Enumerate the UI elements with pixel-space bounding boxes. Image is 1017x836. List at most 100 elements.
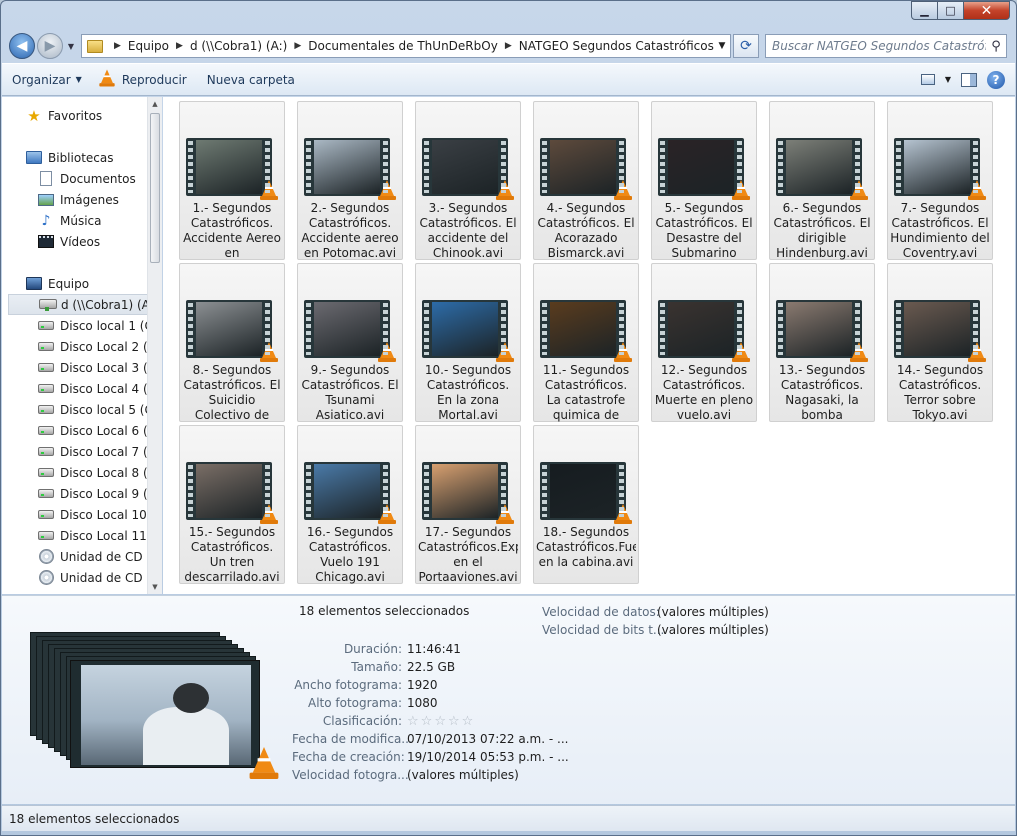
vlc-cone-icon [850, 180, 868, 200]
property-value[interactable]: 11:46:41 [407, 642, 461, 656]
breadcrumb-computer[interactable]: Equipo [128, 39, 169, 53]
nav-drive-item[interactable]: Disco local 1 (C:) [38, 315, 162, 336]
rating-stars[interactable]: ☆ ☆ ☆ ☆ ☆ [407, 714, 473, 729]
file-tile[interactable]: 14.- Segundos Catastróficos. Terror sobr… [887, 263, 993, 422]
help-icon[interactable]: ? [987, 70, 1005, 89]
play-button[interactable]: Reproducir [92, 68, 197, 92]
minimize-button[interactable]: ▁ [911, 1, 938, 20]
property-label: Clasificación: [322, 714, 402, 728]
recent-pages-dropdown[interactable]: ▼ [65, 42, 77, 51]
file-name: 11.- Segundos Catastróficos. La catastro… [542, 363, 630, 422]
star-icon[interactable]: ☆ [462, 714, 474, 729]
change-view-icon[interactable] [920, 74, 935, 85]
property-row: Fecha de creación: 19/10/2014 05:53 p.m. … [292, 748, 569, 766]
chevron-right-icon[interactable]: ▶ [114, 41, 121, 51]
star-icon[interactable]: ☆ [434, 714, 446, 729]
address-bar[interactable]: ▶ Equipo ▶ d (\\Cobra1) (A:) ▶ Documenta… [81, 34, 731, 58]
file-tile[interactable]: 16.- Segundos Catastróficos. Vuelo 191 C… [297, 425, 403, 584]
property-value[interactable]: (valores múltiples) [407, 768, 519, 782]
file-tile[interactable]: 11.- Segundos Catastróficos. La catastro… [533, 263, 639, 422]
property-value[interactable]: 07/10/2013 07:22 a.m. - ... [407, 732, 568, 746]
scrollbar-thumb[interactable] [150, 113, 160, 263]
nav-libraries[interactable]: Bibliotecas [26, 147, 162, 168]
file-tile[interactable]: 4.- Segundos Catastróficos. El Acorazado… [533, 101, 639, 260]
nav-scrollbar[interactable]: ▲ ▼ [147, 97, 162, 594]
scroll-up-icon[interactable]: ▲ [148, 97, 162, 111]
nav-drive-item[interactable]: Disco Local 11 (M [38, 525, 162, 546]
view-dropdown-icon[interactable]: ▼ [945, 75, 951, 84]
file-tile[interactable]: 7.- Segundos Catastróficos. El Hundimien… [887, 101, 993, 260]
file-tile[interactable]: 3.- Segundos Catastróficos. El accidente… [415, 101, 521, 260]
nav-drive-item[interactable]: Disco local 5 (G:) [38, 399, 162, 420]
nav-pictures[interactable]: Imágenes [38, 189, 162, 210]
property-value[interactable]: (valores múltiples) [657, 605, 769, 619]
address-dropdown-icon[interactable]: ▼ [714, 41, 730, 51]
property-value[interactable]: 1920 [407, 678, 438, 692]
star-icon[interactable]: ☆ [448, 714, 460, 729]
chevron-down-icon: ▼ [75, 75, 82, 84]
nav-drive-item[interactable]: Disco Local 7 (I:) [38, 441, 162, 462]
breadcrumb-current[interactable]: NATGEO Segundos Catastróficos [519, 39, 714, 53]
property-value[interactable]: (valores múltiples) [657, 623, 769, 637]
hard-drive-icon [38, 403, 54, 417]
close-button[interactable]: ✕ [964, 1, 1010, 20]
file-tile[interactable]: 8.- Segundos Catastróficos. El Suicidio … [179, 263, 285, 422]
star-icon[interactable]: ☆ [421, 714, 433, 729]
nav-favorites[interactable]: ★ Favoritos [26, 105, 162, 126]
nav-drive-item[interactable]: Disco Local 2 (D: [38, 336, 162, 357]
file-tile[interactable]: 9.- Segundos Catastróficos. El Tsunami A… [297, 263, 403, 422]
file-view[interactable]: 1.- Segundos Catastróficos. Accidente Ae… [163, 97, 1015, 594]
new-folder-button[interactable]: Nueva carpeta [197, 68, 305, 92]
file-tile[interactable]: 1.- Segundos Catastróficos. Accidente Ae… [179, 101, 285, 260]
file-tile[interactable]: 18.- Segundos Catastróficos.Fuego en la … [533, 425, 639, 584]
star-icon[interactable]: ☆ [407, 714, 419, 729]
cd-drive-icon [38, 549, 54, 564]
chevron-right-icon[interactable]: ▶ [505, 41, 512, 51]
file-tile[interactable]: 15.- Segundos Catastróficos. Un tren des… [179, 425, 285, 584]
file-tile[interactable]: 5.- Segundos Catastróficos. El Desastre … [651, 101, 757, 260]
refresh-button[interactable]: ⟳ [733, 34, 759, 58]
property-value[interactable]: 19/10/2014 05:53 p.m. - ... [407, 750, 569, 764]
nav-drive-item[interactable]: Disco Local 4 (F:) [38, 378, 162, 399]
preview-pane-icon[interactable] [961, 72, 977, 87]
file-name: 17.- Segundos Catastróficos.Explosion en… [418, 525, 518, 584]
file-tile[interactable]: 6.- Segundos Catastróficos. El dirigible… [769, 101, 875, 260]
nav-drive-item[interactable]: Disco Local 9 (K: [38, 483, 162, 504]
nav-drive-item[interactable]: Disco Local 8 (J:) [38, 462, 162, 483]
nav-drive-item[interactable]: Disco Local 6 (H: [38, 420, 162, 441]
forward-button[interactable]: ▶ [37, 33, 63, 59]
nav-drive-item[interactable]: Unidad de CD (C [38, 567, 162, 588]
property-value[interactable]: 22.5 GB [407, 660, 455, 674]
title-bar[interactable]: ▁ □ ✕ [1, 1, 1016, 29]
details-pane: 18 elementos seleccionados Velocidad de … [2, 595, 1015, 804]
maximize-button[interactable]: □ [938, 1, 964, 20]
nav-music[interactable]: ♪ Música [38, 210, 162, 231]
scroll-down-icon[interactable]: ▼ [148, 580, 162, 594]
vlc-cone-icon [99, 69, 116, 88]
file-tile[interactable]: 10.- Segundos Catastróficos. En la zona … [415, 263, 521, 422]
nav-computer[interactable]: Equipo [26, 273, 162, 294]
chevron-right-icon[interactable]: ▶ [294, 41, 301, 51]
nav-drive-item[interactable]: Disco Local 10 (L [38, 504, 162, 525]
vlc-cone-icon [260, 504, 278, 524]
video-thumbnail [894, 138, 986, 200]
chevron-right-icon[interactable]: ▶ [176, 41, 183, 51]
search-icon[interactable]: ⚲ [986, 39, 1006, 54]
breadcrumb-drive[interactable]: d (\\Cobra1) (A:) [190, 39, 287, 53]
file-tile[interactable]: 2.- Segundos Catastróficos. Accidente ae… [297, 101, 403, 260]
search-input[interactable]: Buscar NATGEO Segundos Catastróficos ⚲ [765, 34, 1007, 58]
nav-drive-item[interactable]: Unidad de CD (N [38, 546, 162, 567]
nav-documents[interactable]: Documentos [38, 168, 162, 189]
breadcrumb-folder[interactable]: Documentales de ThUnDeRbOy [308, 39, 498, 53]
organize-button[interactable]: Organizar ▼ [2, 68, 92, 92]
file-tile[interactable]: 12.- Segundos Catastróficos. Muerte en p… [651, 263, 757, 422]
property-value[interactable]: 1080 [407, 696, 438, 710]
view-controls: ▼ ? [920, 70, 1015, 89]
back-button[interactable]: ◀ [9, 33, 35, 59]
file-tile[interactable]: 17.- Segundos Catastróficos.Explosion en… [415, 425, 521, 584]
nav-videos[interactable]: Vídeos [38, 231, 162, 252]
nav-drive-item[interactable]: Disco Local 3 (E:) [38, 357, 162, 378]
nav-drive-a[interactable]: d (\\Cobra1) (A:) [8, 294, 148, 315]
hard-drive-icon [38, 340, 54, 354]
file-tile[interactable]: 13.- Segundos Catastróficos. Nagasaki, l… [769, 263, 875, 422]
